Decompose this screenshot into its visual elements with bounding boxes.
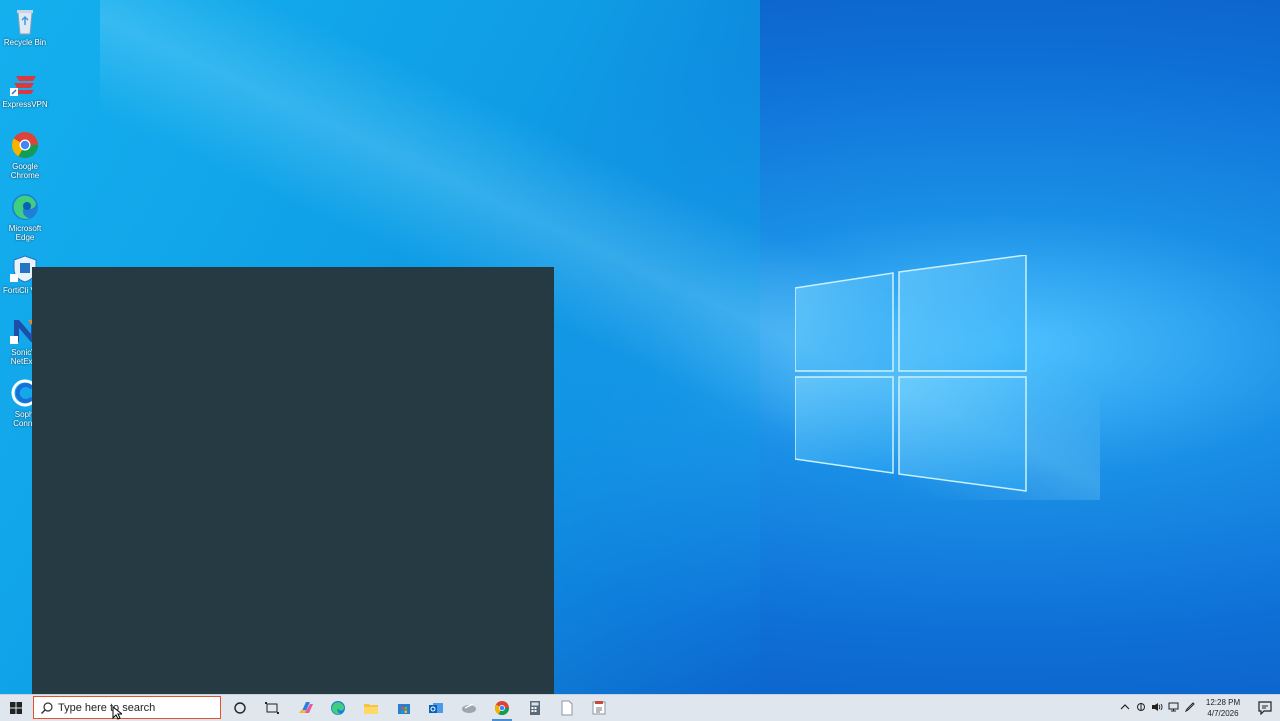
cortana-button[interactable]: [224, 695, 256, 721]
windows-start-icon: [10, 702, 22, 714]
desktop-icon-microsoft-edge[interactable]: Microsoft Edge: [2, 192, 48, 242]
calculator-icon: [530, 701, 540, 715]
notifications-icon: [1258, 701, 1272, 715]
taskbar: 12:28 PM 4/7/2026: [0, 694, 1280, 721]
chrome-icon: [10, 130, 40, 160]
network-vpn-icon[interactable]: [1136, 702, 1146, 712]
desktop-icon-google-chrome[interactable]: Google Chrome: [2, 130, 48, 180]
notepad-icon: [561, 700, 573, 716]
recycle-bin-icon: [10, 6, 40, 36]
task-view-icon: [265, 702, 279, 714]
clock-date: 4/7/2026: [1207, 709, 1239, 718]
volume-icon[interactable]: [1151, 702, 1163, 712]
file-explorer-button[interactable]: [355, 695, 387, 721]
cortana-icon: [234, 702, 246, 714]
document-icon: [592, 701, 606, 715]
desktop-icon-label: Microsoft Edge: [8, 224, 42, 242]
start-menu-panel: [32, 267, 554, 694]
document-button[interactable]: [583, 695, 615, 721]
desktop-icon-label: ExpressVPN: [2, 100, 48, 109]
expressvpn-icon: [10, 68, 40, 98]
action-center-button[interactable]: [1250, 695, 1280, 721]
desktop-icon-label: Recycle Bin: [3, 38, 47, 47]
pen-workspace-icon[interactable]: [1185, 702, 1196, 712]
ethernet-icon[interactable]: [1168, 702, 1179, 712]
mail-app-button[interactable]: [453, 695, 485, 721]
task-view-button[interactable]: [256, 695, 288, 721]
search-icon: [41, 702, 53, 714]
outlook-button[interactable]: [420, 695, 452, 721]
show-hidden-icons-chevron-icon[interactable]: [1120, 702, 1130, 712]
mouse-cursor-icon: [112, 706, 122, 720]
mail-app-icon: [462, 703, 476, 713]
store-icon: [398, 704, 410, 714]
outlook-icon: [429, 703, 443, 713]
system-tray: [1116, 695, 1200, 721]
calculator-button[interactable]: [519, 695, 551, 721]
notepad-button[interactable]: [551, 695, 583, 721]
taskbar-search-box[interactable]: [33, 696, 221, 719]
store-button[interactable]: [388, 695, 420, 721]
copilot-icon: [299, 702, 313, 713]
edge-icon: [331, 701, 345, 715]
clock-time: 12:28 PM: [1205, 698, 1241, 707]
desktop-icon-expressvpn[interactable]: ExpressVPN: [2, 68, 48, 109]
edge-icon: [10, 192, 40, 222]
edge-taskbar-button[interactable]: [322, 695, 354, 721]
taskbar-clock[interactable]: 12:28 PM 4/7/2026: [1200, 697, 1246, 719]
desktop-icon-label: Google Chrome: [10, 162, 40, 180]
windows-logo-wallpaper: [795, 255, 1027, 492]
search-input[interactable]: [56, 699, 218, 716]
chrome-taskbar-button[interactable]: [486, 695, 518, 721]
start-button[interactable]: [0, 695, 32, 721]
file-explorer-icon: [364, 704, 378, 714]
chrome-icon: [494, 701, 510, 716]
desktop-icon-recycle-bin[interactable]: Recycle Bin: [2, 6, 48, 47]
copilot-button[interactable]: [290, 695, 322, 721]
